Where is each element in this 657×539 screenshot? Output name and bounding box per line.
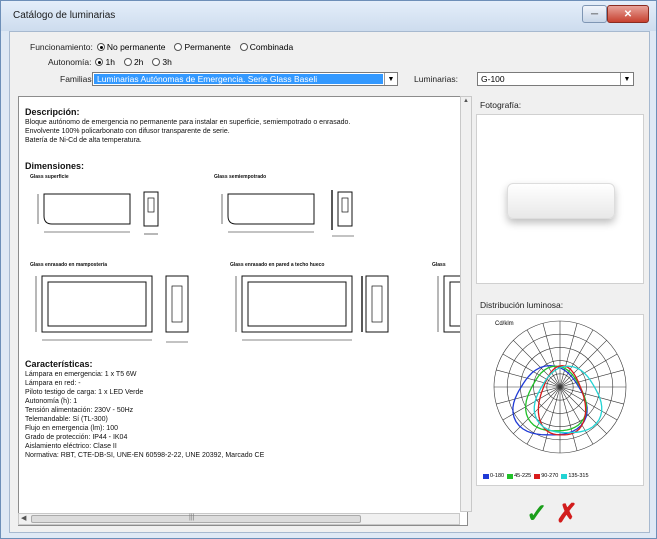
chevron-down-icon[interactable]: ▼ (384, 73, 397, 85)
radio-combinada[interactable]: Combinada (239, 42, 293, 52)
polar-curve (533, 365, 603, 434)
window-title: Catálogo de luminarias (13, 10, 116, 21)
polar-legend: 0-180 45-225 90-270 135-315 (483, 473, 589, 479)
glass-semiempotrado-drawing (221, 190, 354, 237)
dimensiones-title: Dimensiones: (25, 161, 85, 171)
close-button[interactable]: ✕ (607, 5, 649, 23)
luminarias-label: Luminarias: (414, 74, 458, 84)
accept-button[interactable]: ✓ (526, 498, 552, 528)
dimension-drawing: Glass enrasado en mampostería (29, 261, 204, 351)
luminarias-row: Luminarias: (414, 74, 458, 84)
right-panel: Fotografía: Distribución luminosa: Cd/kl… (476, 96, 646, 526)
legend-item: 90-270 (534, 473, 558, 479)
dimension-drawing: Glass superficie (29, 173, 169, 245)
radio-dot-icon (123, 58, 132, 66)
radio-dot-icon (96, 43, 105, 51)
glass-enrasado-mamposteria-drawing (35, 275, 189, 343)
minimize-button[interactable]: ─ (582, 5, 607, 23)
familias-label: Familias: (60, 74, 95, 84)
title-bar: Catálogo de luminarias ─ ✕ (1, 1, 656, 31)
scroll-up-icon[interactable]: ▲ (463, 98, 469, 104)
cross-icon: ✗ (556, 498, 578, 528)
legend-swatch (534, 473, 541, 479)
legend-swatch (483, 473, 489, 479)
horizontal-scrollbar[interactable]: ◀ ||| (18, 513, 460, 525)
radio-no-permanente[interactable]: No permanente (96, 42, 165, 52)
radio-dot-icon (152, 58, 161, 66)
radio-dot-icon (174, 43, 183, 51)
funcionamiento-row: Funcionamiento: No permanente Permanente… (30, 42, 298, 52)
scroll-left-icon[interactable]: ◀ (21, 514, 26, 522)
chevron-down-icon[interactable]: ▼ (620, 73, 633, 85)
catalog-window: Catálogo de luminarias ─ ✕ Funcionamient… (0, 0, 657, 539)
radio-2h[interactable]: 2h (123, 57, 143, 67)
familias-value: Luminarias Autónomas de Emergencia. Seri… (94, 74, 383, 84)
polar-curve (525, 365, 587, 432)
cancel-button[interactable]: ✗ (556, 498, 582, 528)
descripcion-title: Descripción: (25, 107, 80, 117)
product-photo (476, 114, 644, 284)
glass-superficie-drawing (37, 191, 159, 235)
legend-item: 45-225 (507, 473, 531, 479)
legend-item: 0-180 (483, 473, 504, 479)
minimize-icon: ─ (590, 8, 599, 20)
luminaire-image (507, 183, 615, 219)
dimension-drawing: Glass semiempotrado (213, 173, 373, 245)
familias-combo[interactable]: Luminarias Autónomas de Emergencia. Seri… (92, 72, 398, 86)
scroll-grip-icon: ||| (189, 514, 195, 521)
funcionamiento-label: Funcionamiento: (30, 42, 93, 52)
familias-row: Familias: (60, 74, 94, 84)
client-area: Funcionamiento: No permanente Permanente… (9, 31, 650, 533)
legend-swatch (507, 473, 514, 479)
radio-3h[interactable]: 3h (152, 57, 172, 67)
polar-distribution-chart (493, 320, 627, 454)
legend-item: 135-315 (561, 473, 589, 479)
polar-chart-box: Cd/klm 0-180 45-225 90-270 135-315 (476, 314, 644, 486)
radio-dot-icon (95, 58, 104, 66)
glass-enrasado-pared-drawing (235, 275, 389, 341)
radio-1h[interactable]: 1h (95, 57, 115, 67)
vertical-scrollbar[interactable]: ▲ (460, 96, 472, 512)
datasheet-viewer[interactable]: Descripción: Bloque autónomo de emergenc… (18, 96, 468, 526)
luminarias-value: G-100 (481, 74, 505, 84)
close-icon: ✕ (623, 8, 633, 20)
radio-permanente[interactable]: Permanente (174, 42, 231, 52)
checkmark-icon: ✓ (526, 498, 548, 528)
dimension-drawing: Glass enrasado en pared a techo hueco (229, 261, 399, 351)
radio-dot-icon (239, 43, 248, 51)
legend-swatch (561, 473, 568, 479)
fotografia-label: Fotografía: (480, 100, 522, 110)
distribucion-label: Distribución luminosa: (480, 300, 564, 310)
descripcion-text: Bloque autónomo de emergencia no permane… (25, 119, 351, 144)
luminarias-combo[interactable]: G-100 ▼ (477, 72, 634, 86)
autonomia-row: Autonomía: 1h 2h 3h (48, 57, 177, 67)
caracteristicas-list: Lámpara en emergencia: 1 x T5 6W Lámpara… (25, 371, 265, 459)
autonomia-label: Autonomía: (48, 57, 92, 67)
scroll-thumb[interactable] (31, 515, 361, 523)
caracteristicas-title: Características: (25, 359, 93, 369)
